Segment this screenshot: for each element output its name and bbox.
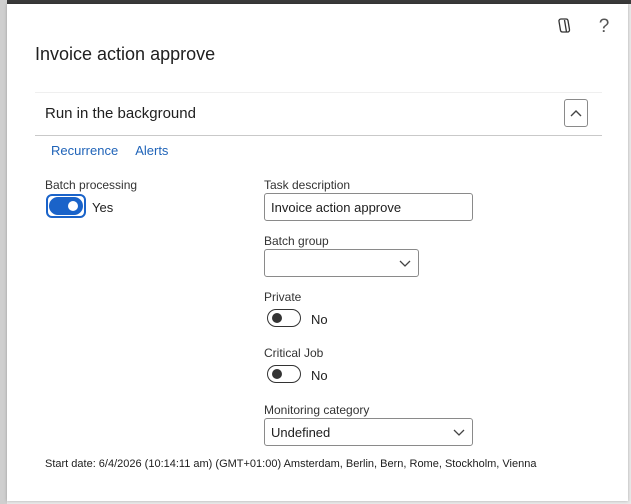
run-in-background-dialog: ? Invoice action approve Run in the back… (7, 4, 628, 501)
tab-alerts[interactable]: Alerts (135, 143, 168, 158)
run-in-background-section: Run in the background (35, 92, 602, 136)
dialog-top-icons: ? (554, 16, 614, 36)
background-page-edge (0, 0, 7, 504)
chevron-down-icon (399, 260, 411, 267)
toggle-knob (272, 369, 282, 379)
toggle-knob (68, 201, 78, 211)
task-description-input[interactable] (264, 193, 473, 221)
batch-group-select[interactable] (264, 249, 419, 277)
critical-job-state: No (311, 368, 328, 383)
start-date-text: Start date: 6/4/2026 (10:14:11 am) (GMT+… (45, 458, 537, 470)
batch-processing-label: Batch processing (45, 178, 138, 192)
help-icon[interactable]: ? (594, 16, 614, 36)
chevron-up-icon (570, 110, 582, 117)
private-state: No (311, 312, 328, 327)
monitoring-category-value: Undefined (271, 425, 331, 440)
monitoring-category-select[interactable]: Undefined (264, 418, 473, 446)
section-subtabs: Recurrence Alerts (51, 143, 168, 158)
chevron-down-icon (453, 429, 465, 436)
dialog-title: Invoice action approve (35, 44, 216, 64)
batch-processing-state: Yes (92, 200, 114, 215)
batch-processing-toggle[interactable] (49, 197, 83, 215)
copilot-icon[interactable] (554, 16, 574, 36)
private-toggle[interactable] (267, 309, 301, 327)
private-label: Private (264, 290, 302, 304)
section-title: Run in the background (45, 105, 196, 122)
monitoring-category-label: Monitoring category (264, 403, 370, 417)
tab-recurrence[interactable]: Recurrence (51, 143, 118, 158)
critical-job-toggle[interactable] (267, 365, 301, 383)
toggle-knob (272, 313, 282, 323)
critical-job-label: Critical Job (264, 346, 324, 360)
batch-group-label: Batch group (264, 234, 329, 248)
task-description-label: Task description (264, 178, 351, 192)
collapse-section-button[interactable] (564, 99, 588, 127)
